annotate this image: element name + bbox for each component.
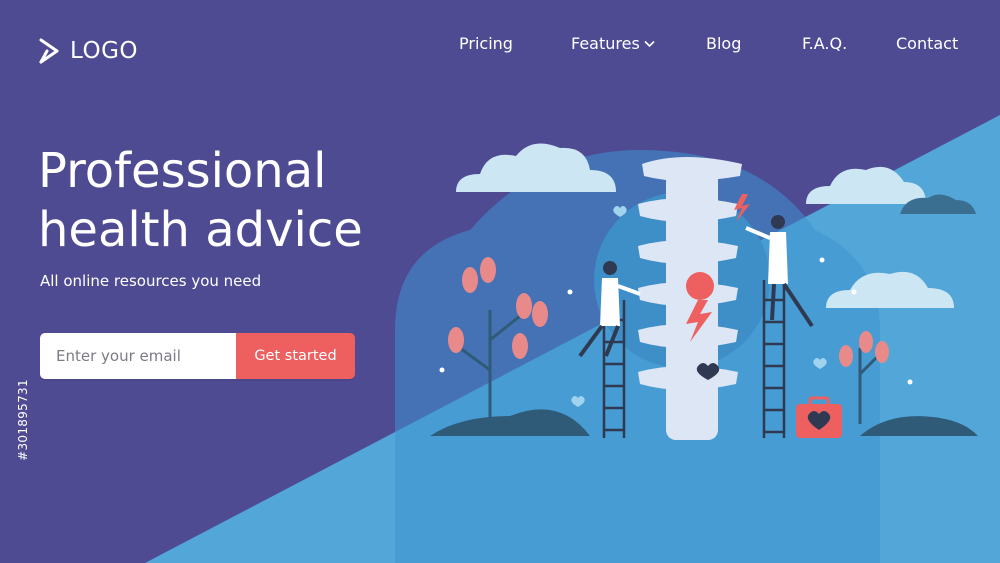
- cloud-right-mid: [826, 271, 954, 308]
- hero-title-line2: health advice: [38, 202, 363, 258]
- nav-pricing[interactable]: Pricing: [459, 34, 513, 53]
- hero-subtitle: All online resources you need: [40, 272, 262, 290]
- plant-right: [839, 331, 889, 424]
- cloud-right-top: [806, 166, 926, 204]
- pain-spot: [686, 272, 714, 300]
- ground-right: [860, 416, 978, 436]
- nav-faq[interactable]: F.A.Q.: [802, 34, 847, 53]
- hero-title: Professional health advice: [38, 142, 478, 260]
- nav-features-label: Features: [571, 34, 640, 53]
- email-input[interactable]: [40, 333, 236, 379]
- site-header: LOGO Pricing Features Blog F.A.Q. Contac…: [0, 0, 1000, 90]
- nav-faq-label: F.A.Q.: [802, 34, 848, 53]
- nav-features[interactable]: Features: [571, 34, 655, 53]
- nav-blog-label: Blog: [706, 34, 742, 53]
- chevron-right-icon: [39, 38, 59, 64]
- hero-title-line1: Professional: [38, 143, 327, 199]
- logo-text: LOGO: [70, 38, 139, 64]
- stock-id-text: #301895731: [16, 379, 30, 461]
- first-aid-kit-icon: [796, 396, 842, 438]
- chevron-down-icon: [644, 40, 655, 47]
- get-started-button[interactable]: Get started: [236, 333, 355, 379]
- nav-contact[interactable]: Contact: [896, 34, 958, 53]
- ground-left: [430, 409, 590, 436]
- signup-form: Get started: [40, 333, 355, 379]
- stock-id: #301895731: [12, 330, 34, 510]
- plant-left: [448, 257, 548, 420]
- nav-pricing-label: Pricing: [459, 34, 513, 53]
- cloud-left: [456, 143, 616, 192]
- logo[interactable]: LOGO: [38, 38, 138, 64]
- nav-blog[interactable]: Blog: [706, 34, 741, 53]
- nav-contact-label: Contact: [896, 34, 959, 53]
- spine-illustration: [430, 143, 978, 440]
